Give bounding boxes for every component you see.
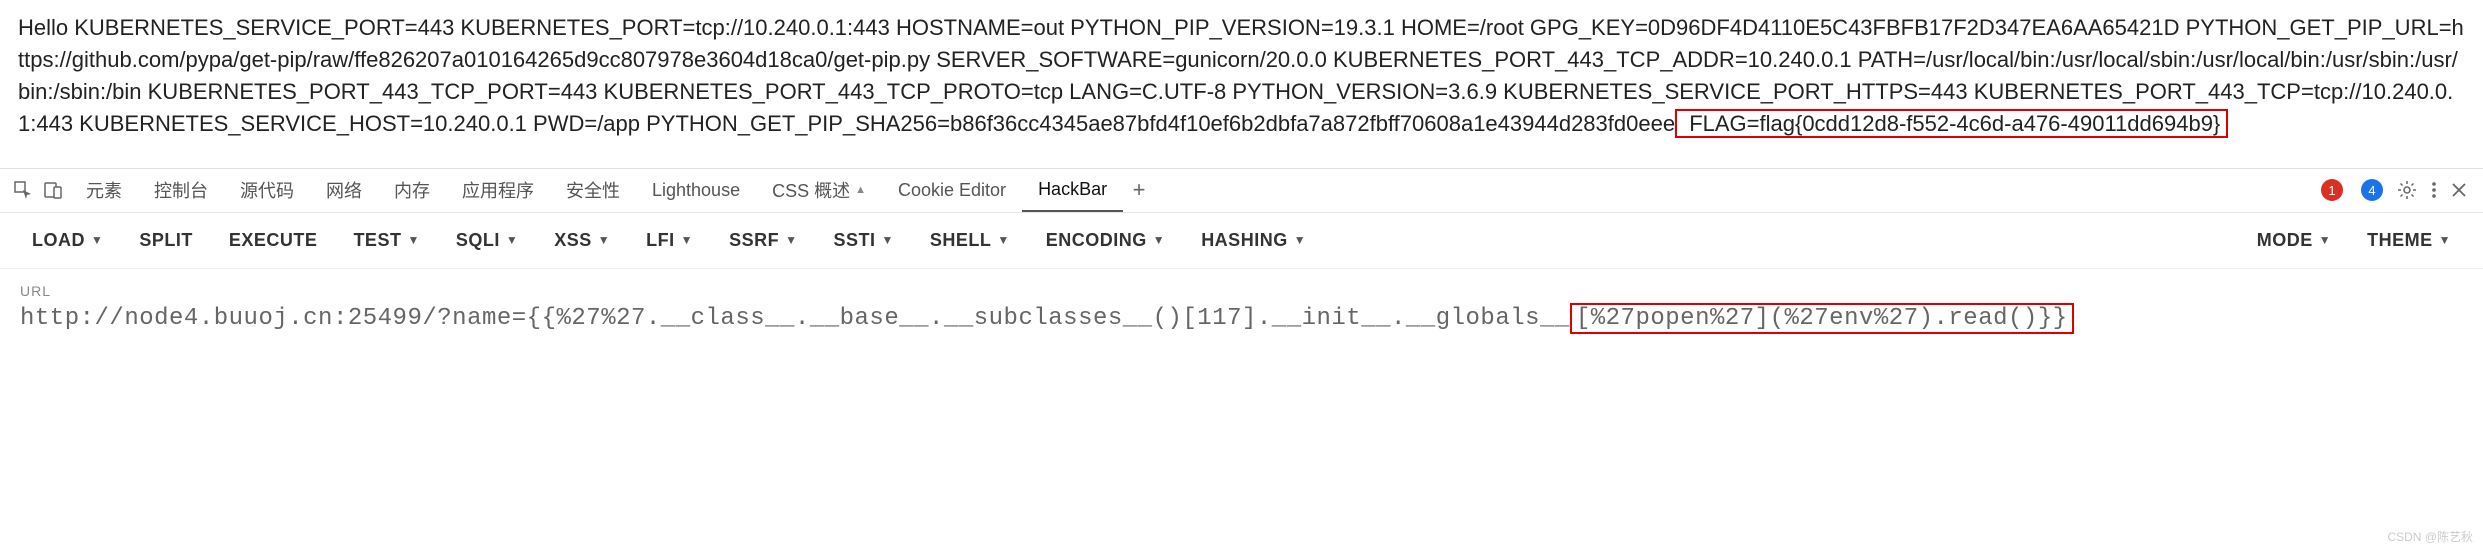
mode-button[interactable]: MODE ▼ xyxy=(2239,212,2349,268)
url-section: URL http://node4.buuoj.cn:25499/?name={{… xyxy=(0,269,2483,338)
hashing-label: HASHING xyxy=(1201,230,1288,251)
tab-elements[interactable]: 元素 xyxy=(70,168,138,212)
caret-down-icon: ▼ xyxy=(881,233,893,247)
shell-button[interactable]: SHELL ▼ xyxy=(912,212,1028,268)
url-highlight: [%27popen%27](%27env%27).read()}} xyxy=(1570,303,2074,334)
caret-down-icon: ▼ xyxy=(91,233,103,247)
hashing-button[interactable]: HASHING ▼ xyxy=(1183,212,1324,268)
split-button[interactable]: SPLIT xyxy=(121,212,211,268)
ssrf-button[interactable]: SSRF ▼ xyxy=(711,212,815,268)
url-prefix: http://node4.buuoj.cn:25499/?name={{%27%… xyxy=(20,305,1570,332)
caret-down-icon: ▼ xyxy=(1153,233,1165,247)
sqli-button[interactable]: SQLI ▼ xyxy=(438,212,536,268)
watermark: CSDN @陈艺秋 xyxy=(2387,528,2473,545)
tab-security[interactable]: 安全性 xyxy=(550,168,636,212)
tab-css-overview-label: CSS 概述 xyxy=(772,177,850,203)
test-label: TEST xyxy=(353,230,401,251)
tab-application[interactable]: 应用程序 xyxy=(446,168,550,212)
caret-down-icon: ▼ xyxy=(681,233,693,247)
page-response-text: Hello KUBERNETES_SERVICE_PORT=443 KUBERN… xyxy=(0,0,2483,150)
sqli-label: SQLI xyxy=(456,230,500,251)
shell-label: SHELL xyxy=(930,230,992,251)
ssrf-label: SSRF xyxy=(729,230,779,251)
url-label: URL xyxy=(20,283,2463,299)
mode-label: MODE xyxy=(2257,230,2313,251)
caret-down-icon: ▼ xyxy=(997,233,1009,247)
error-badge[interactable]: 1 xyxy=(2317,179,2343,201)
add-tab-button[interactable]: + xyxy=(1123,177,1155,203)
device-toggle-icon[interactable] xyxy=(40,177,66,203)
tab-console[interactable]: 控制台 xyxy=(138,168,224,212)
tab-hackbar[interactable]: HackBar xyxy=(1022,168,1123,212)
caret-down-icon: ▼ xyxy=(785,233,797,247)
caret-down-icon: ▼ xyxy=(2319,233,2331,247)
load-button[interactable]: LOAD ▼ xyxy=(14,212,121,268)
url-input[interactable]: http://node4.buuoj.cn:25499/?name={{%27%… xyxy=(20,305,2463,332)
tab-memory[interactable]: 内存 xyxy=(378,168,446,212)
xss-button[interactable]: XSS ▼ xyxy=(536,212,628,268)
ssti-button[interactable]: SSTI ▼ xyxy=(815,212,911,268)
execute-button[interactable]: EXECUTE xyxy=(211,212,336,268)
xss-label: XSS xyxy=(554,230,592,251)
caret-down-icon: ▼ xyxy=(1294,233,1306,247)
caret-down-icon: ▼ xyxy=(506,233,518,247)
test-button[interactable]: TEST ▼ xyxy=(335,212,437,268)
encoding-button[interactable]: ENCODING ▼ xyxy=(1028,212,1183,268)
tab-cookie-editor[interactable]: Cookie Editor xyxy=(882,168,1022,212)
tab-sources[interactable]: 源代码 xyxy=(224,168,310,212)
tab-css-overview[interactable]: CSS 概述 ▲ xyxy=(756,168,882,212)
gear-icon[interactable] xyxy=(2397,180,2417,200)
encoding-label: ENCODING xyxy=(1046,230,1147,251)
lfi-button[interactable]: LFI ▼ xyxy=(628,212,711,268)
hackbar-toolbar: LOAD ▼ SPLIT EXECUTE TEST ▼ SQLI ▼ XSS ▼ LFI… xyxy=(0,213,2483,269)
caret-down-icon: ▼ xyxy=(2439,233,2451,247)
caret-down-icon: ▼ xyxy=(407,233,419,247)
caret-down-icon: ▼ xyxy=(598,233,610,247)
tab-network[interactable]: 网络 xyxy=(310,168,378,212)
flag-highlight: FLAG=flag{0cdd12d8-f552-4c6d-a476-49011d… xyxy=(1675,109,2228,138)
theme-button[interactable]: THEME ▼ xyxy=(2349,212,2469,268)
beta-icon: ▲ xyxy=(855,184,866,196)
devtools-tab-strip: 元素 控制台 源代码 网络 内存 应用程序 安全性 Lighthouse CSS… xyxy=(0,169,2483,213)
error-count: 1 xyxy=(2321,179,2343,201)
load-label: LOAD xyxy=(32,230,85,251)
close-icon[interactable] xyxy=(2451,182,2467,198)
info-badge[interactable]: 4 xyxy=(2357,179,2383,201)
tab-lighthouse[interactable]: Lighthouse xyxy=(636,168,756,212)
theme-label: THEME xyxy=(2367,230,2433,251)
inspect-icon[interactable] xyxy=(10,177,36,203)
kebab-icon[interactable] xyxy=(2431,180,2437,200)
info-count: 4 xyxy=(2361,179,2383,201)
lfi-label: LFI xyxy=(646,230,675,251)
ssti-label: SSTI xyxy=(833,230,875,251)
